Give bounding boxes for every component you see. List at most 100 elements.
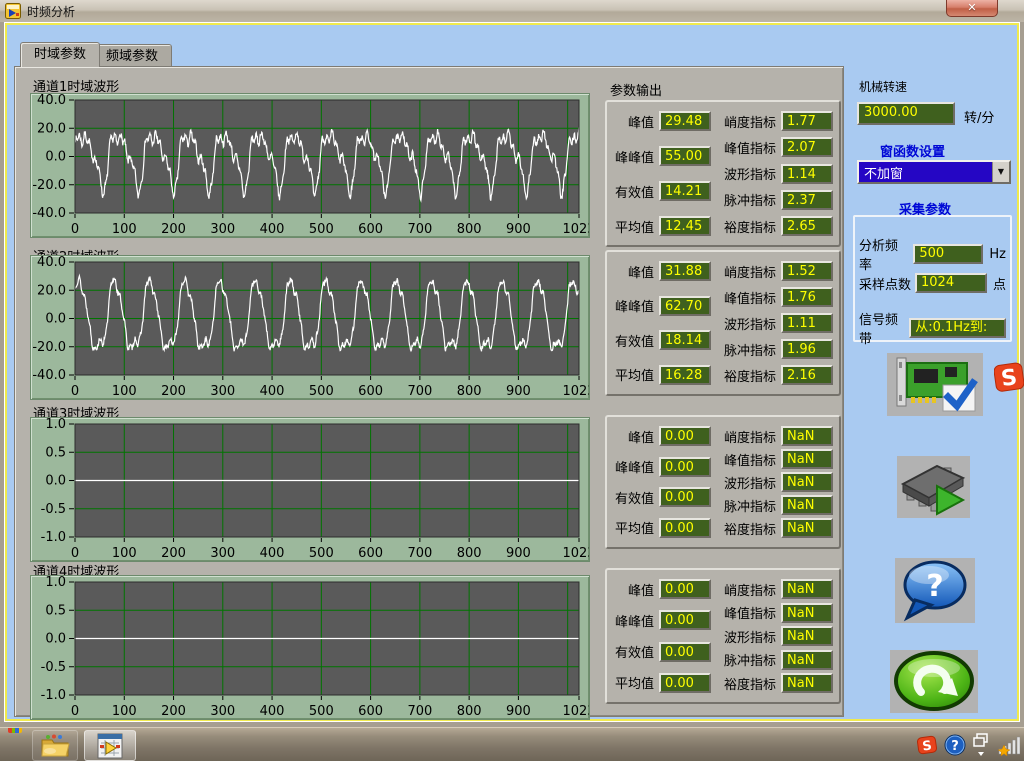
svg-text:-20.0: -20.0 bbox=[32, 340, 66, 355]
labview-diagram-icon bbox=[97, 733, 123, 759]
param-label: 峰峰值 bbox=[611, 457, 659, 476]
acquisition-label-text: 信号频带 bbox=[859, 309, 909, 347]
param-value-indicator: 1.14 bbox=[781, 164, 833, 184]
param-label: 脉冲指标 bbox=[717, 190, 781, 209]
speed-value-field[interactable]: 3000.00 bbox=[857, 102, 955, 125]
param-value-indicator: 29.48 bbox=[659, 111, 711, 131]
param-label: 有效值 bbox=[611, 642, 659, 661]
svg-text:-0.5: -0.5 bbox=[41, 660, 66, 675]
param-row: 有效值18.14 bbox=[611, 330, 711, 350]
taskbar: S ? bbox=[0, 727, 1024, 761]
param-row: 峰值0.00 bbox=[611, 426, 711, 446]
param-row: 峰值指标1.76 bbox=[717, 287, 833, 307]
svg-text:500: 500 bbox=[309, 546, 334, 561]
taskbar-explorer-button[interactable] bbox=[32, 730, 78, 761]
svg-text:-40.0: -40.0 bbox=[32, 206, 66, 221]
param-value-indicator: 18.14 bbox=[659, 330, 711, 350]
help-button[interactable]: ? bbox=[895, 558, 975, 623]
svg-text:500: 500 bbox=[309, 384, 334, 399]
param-row: 峰峰值0.00 bbox=[611, 610, 711, 630]
screen: 时频分析 ✕ 时域参数 频域参数 通道1时域波形 010020030040050… bbox=[0, 0, 1024, 761]
svg-text:900: 900 bbox=[506, 704, 531, 719]
param-row: 平均值12.45 bbox=[611, 216, 711, 236]
param-label: 有效值 bbox=[611, 331, 659, 350]
param-label: 波形指标 bbox=[717, 473, 781, 492]
param-row: 峰值0.00 bbox=[611, 579, 711, 599]
refresh-button[interactable] bbox=[890, 650, 978, 713]
param-group-channel3: 峰值0.00峰峰值0.00有效值0.00平均值0.00峭度指标NaN峰值指标Na… bbox=[605, 415, 841, 549]
param-row: 有效值14.21 bbox=[611, 181, 711, 201]
chart2-waveform: 0100200300400500600700800900102340.020.0… bbox=[30, 255, 590, 400]
param-value-indicator: 0.00 bbox=[659, 426, 711, 446]
param-row: 脉冲指标1.96 bbox=[717, 339, 833, 359]
param-value-indicator: 12.45 bbox=[659, 216, 711, 236]
acquisition-row: 采样点数1024点 bbox=[859, 273, 1006, 293]
svg-text:0.0: 0.0 bbox=[45, 474, 66, 489]
param-label: 峰值指标 bbox=[717, 138, 781, 157]
param-value-indicator: 2.37 bbox=[781, 190, 833, 210]
acquisition-unit: Hz bbox=[983, 247, 1006, 262]
svg-text:300: 300 bbox=[210, 384, 235, 399]
network-icon[interactable] bbox=[998, 733, 1020, 757]
svg-text:100: 100 bbox=[112, 384, 137, 399]
svg-text:800: 800 bbox=[457, 546, 482, 561]
param-value-indicator: 2.65 bbox=[781, 216, 833, 236]
start-orb-partial[interactable] bbox=[8, 728, 22, 733]
svg-text:100: 100 bbox=[112, 546, 137, 561]
param-row: 裕度指标2.16 bbox=[717, 365, 833, 385]
svg-text:600: 600 bbox=[358, 546, 383, 561]
tab-time-domain[interactable]: 时域参数 bbox=[20, 42, 100, 67]
param-value-indicator: 16.28 bbox=[659, 365, 711, 385]
svg-text:?: ? bbox=[951, 739, 959, 754]
acquisition-value-field[interactable]: 1024 bbox=[915, 273, 987, 293]
acquisition-row: 信号频带从:0.1Hz到: bbox=[859, 309, 1006, 347]
window-fn-dropdown[interactable]: 不加窗 ▼ bbox=[857, 160, 1011, 184]
svg-text:700: 700 bbox=[407, 546, 432, 561]
tray-help-icon[interactable]: ? bbox=[944, 734, 966, 756]
svg-text:0: 0 bbox=[71, 384, 79, 399]
hardware-check-button[interactable] bbox=[887, 353, 983, 416]
param-row: 峰值指标2.07 bbox=[717, 137, 833, 157]
svg-text:1023: 1023 bbox=[562, 384, 589, 399]
params-section-title: 参数输出 bbox=[610, 80, 662, 99]
chip-run-button[interactable] bbox=[897, 456, 970, 518]
svg-text:1023: 1023 bbox=[562, 222, 589, 237]
param-label: 峰值指标 bbox=[717, 603, 781, 622]
svg-text:100: 100 bbox=[112, 704, 137, 719]
param-row: 波形指标1.11 bbox=[717, 313, 833, 333]
tab-frequency-domain[interactable]: 频域参数 bbox=[92, 44, 172, 67]
param-group-channel4: 峰值0.00峰峰值0.00有效值0.00平均值0.00峭度指标NaN峰值指标Na… bbox=[605, 568, 841, 704]
svg-text:900: 900 bbox=[506, 222, 531, 237]
param-label: 峰值指标 bbox=[717, 450, 781, 469]
chevron-down-icon[interactable]: ▼ bbox=[992, 162, 1009, 182]
param-label: 峰峰值 bbox=[611, 611, 659, 630]
svg-text:400: 400 bbox=[260, 222, 285, 237]
show-hidden-icons-button[interactable] bbox=[973, 732, 991, 758]
param-row: 脉冲指标NaN bbox=[717, 650, 833, 670]
svg-text:0.0: 0.0 bbox=[45, 312, 66, 327]
param-row: 峰峰值62.70 bbox=[611, 296, 711, 316]
svg-text:700: 700 bbox=[407, 222, 432, 237]
param-value-indicator: 1.77 bbox=[781, 111, 833, 131]
acquisition-label-text: 分析频率 bbox=[859, 235, 913, 273]
acquisition-unit: 点 bbox=[987, 274, 1006, 293]
system-tray: S ? bbox=[917, 728, 1020, 761]
param-row: 峰峰值0.00 bbox=[611, 457, 711, 477]
acquisition-value-field[interactable]: 从:0.1Hz到: bbox=[909, 318, 1006, 338]
param-row: 峰值31.88 bbox=[611, 261, 711, 281]
acquisition-label-text: 采样点数 bbox=[859, 274, 915, 293]
taskbar-labview-button[interactable] bbox=[84, 730, 136, 761]
param-row: 波形指标NaN bbox=[717, 626, 833, 646]
svg-text:700: 700 bbox=[407, 704, 432, 719]
param-row: 裕度指标NaN bbox=[717, 673, 833, 693]
param-label: 平均值 bbox=[611, 518, 659, 537]
param-row: 峭度指标NaN bbox=[717, 426, 833, 446]
param-label: 峭度指标 bbox=[717, 112, 781, 131]
chart3-waveform: 010020030040050060070080090010231.00.50.… bbox=[30, 417, 590, 562]
close-button[interactable]: ✕ bbox=[946, 0, 998, 17]
acquisition-value-field[interactable]: 500 bbox=[913, 244, 983, 264]
param-value-indicator: NaN bbox=[781, 650, 833, 670]
svg-text:0: 0 bbox=[71, 222, 79, 237]
svg-text:300: 300 bbox=[210, 222, 235, 237]
tray-s-logo-icon[interactable]: S bbox=[917, 735, 937, 755]
